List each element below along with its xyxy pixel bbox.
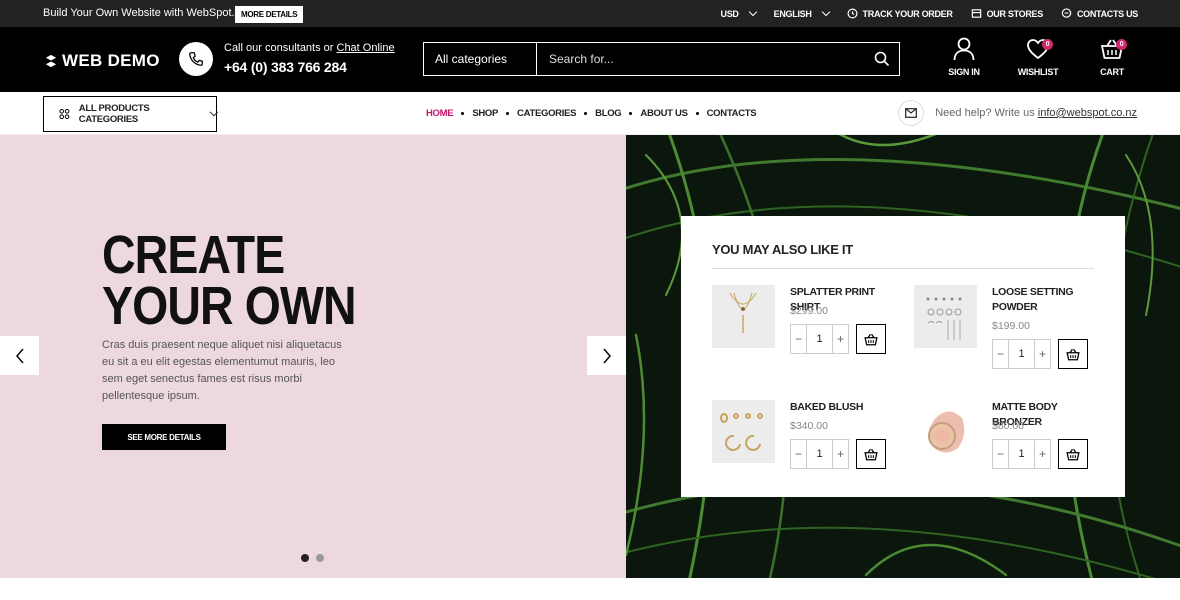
- search-bar: All categories: [423, 42, 900, 76]
- add-to-cart-button[interactable]: [1058, 339, 1088, 369]
- chevron-right-icon: [602, 347, 611, 364]
- quantity-value[interactable]: 1: [806, 325, 833, 353]
- chevron-down-icon: [748, 7, 757, 16]
- store-icon: [971, 9, 981, 18]
- search-input[interactable]: [549, 52, 849, 66]
- product-image[interactable]: [914, 285, 977, 348]
- nav-item-shop[interactable]: SHOP: [472, 108, 498, 119]
- nav-item-home[interactable]: HOME: [426, 108, 454, 119]
- quantity-value[interactable]: 1: [1008, 440, 1035, 468]
- slider-dot[interactable]: [316, 554, 324, 562]
- slider-dot[interactable]: [301, 554, 309, 562]
- chat-icon: [1061, 8, 1072, 18]
- quantity-stepper[interactable]: − 1 +: [992, 439, 1051, 469]
- increase-button[interactable]: +: [833, 332, 848, 346]
- help-contact: Need help? Write us info@webspot.co.nz: [898, 100, 1137, 126]
- basket-icon: [1066, 348, 1080, 360]
- phone-icon: [179, 42, 213, 76]
- slider-next-button[interactable]: [587, 336, 626, 375]
- add-to-cart-button[interactable]: [1058, 439, 1088, 469]
- nav-separator: [506, 112, 510, 115]
- mail-icon: [898, 100, 925, 126]
- main-nav: ALL PRODUCTS CATEGORIES HOME SHOP CATEGO…: [0, 92, 1180, 135]
- search-category-select[interactable]: All categories: [424, 43, 537, 75]
- product-image[interactable]: [712, 400, 775, 463]
- nav-item-categories[interactable]: CATEGORIES: [517, 108, 576, 119]
- more-details-button[interactable]: MORE DETAILS: [235, 6, 304, 23]
- top-bar: Build Your Own Website with WebSpot. MOR…: [0, 0, 1180, 27]
- track-order-link[interactable]: TRACK YOUR ORDER: [847, 8, 953, 19]
- chevron-left-icon: [15, 347, 24, 364]
- nav-item-blog[interactable]: BLOG: [595, 108, 622, 119]
- hero-title: CREATE YOUR OWN: [102, 225, 357, 336]
- basket-icon: [864, 448, 878, 460]
- nav-separator: [584, 112, 588, 115]
- nav-item-contacts[interactable]: CONTACTS: [707, 108, 757, 119]
- cart-button[interactable]: 0 CART: [1088, 37, 1136, 77]
- hero-description: Cras duis praesent neque aliquet nisi al…: [102, 339, 342, 402]
- cart-count-badge: 0: [1116, 39, 1127, 50]
- chevron-down-icon: [821, 7, 830, 16]
- increase-button[interactable]: +: [1035, 447, 1050, 461]
- main-header: WEB DEMO Call our consultants or Chat On…: [0, 27, 1180, 92]
- decrease-button[interactable]: −: [993, 347, 1008, 361]
- product-price: $199.00: [992, 320, 1030, 332]
- quantity-stepper[interactable]: − 1 +: [790, 324, 849, 354]
- add-to-cart-button[interactable]: [856, 324, 886, 354]
- phone-number: +64 (0) 383 766 284: [224, 59, 347, 75]
- quantity-stepper[interactable]: − 1 +: [790, 439, 849, 469]
- slider-prev-button[interactable]: [0, 336, 39, 375]
- quantity-stepper[interactable]: − 1 +: [992, 339, 1051, 369]
- chevron-down-icon: [209, 107, 218, 117]
- wishlist-count-badge: 0: [1042, 39, 1053, 50]
- grid-icon: [59, 109, 70, 119]
- sign-in-button[interactable]: SIGN IN: [940, 37, 988, 77]
- divider: [712, 268, 1094, 269]
- basket-icon: [1066, 448, 1080, 460]
- panel-title: YOU MAY ALSO LIKE IT: [712, 242, 853, 257]
- language-select[interactable]: ENGLISH: [774, 7, 830, 19]
- product-price: $299.00: [790, 305, 828, 317]
- logo-icon: [45, 54, 57, 68]
- nav-separator: [629, 112, 633, 115]
- user-icon: [953, 37, 975, 61]
- currency-select[interactable]: USD: [721, 7, 757, 19]
- contacts-link[interactable]: CONTACTS US: [1061, 8, 1138, 19]
- increase-button[interactable]: +: [833, 447, 848, 461]
- hero-slide: CREATE YOUR OWN Cras duis praesent neque…: [0, 135, 626, 578]
- decrease-button[interactable]: −: [791, 332, 806, 346]
- product-price: $340.00: [790, 420, 828, 432]
- nav-separator: [461, 112, 465, 115]
- site-logo[interactable]: WEB DEMO: [44, 51, 160, 71]
- product-price: $80.00: [992, 420, 1025, 432]
- consult-text: Call our consultants or Chat Online: [224, 42, 395, 54]
- product-image[interactable]: [712, 285, 775, 348]
- see-more-details-button[interactable]: SEE MORE DETAILS: [102, 424, 226, 450]
- nav-item-about-us[interactable]: ABOUT US: [640, 108, 688, 119]
- search-icon: [874, 51, 890, 67]
- nav-separator: [695, 112, 699, 115]
- increase-button[interactable]: +: [1035, 347, 1050, 361]
- decrease-button[interactable]: −: [791, 447, 806, 461]
- decrease-button[interactable]: −: [993, 447, 1008, 461]
- search-button[interactable]: [865, 43, 899, 75]
- product-image[interactable]: [914, 400, 977, 463]
- wishlist-button[interactable]: 0 WISHLIST: [1014, 37, 1062, 77]
- chat-online-link[interactable]: Chat Online: [337, 42, 395, 54]
- hero-image-area: YOU MAY ALSO LIKE IT SPLATTER PRINT SHIR…: [626, 135, 1180, 578]
- product-name[interactable]: LOOSE SETTING POWDER: [992, 285, 1097, 315]
- slider-dots: [301, 554, 324, 562]
- quantity-value[interactable]: 1: [1008, 340, 1035, 368]
- clock-icon: [847, 8, 858, 19]
- recommendations-panel: YOU MAY ALSO LIKE IT SPLATTER PRINT SHIR…: [681, 216, 1125, 497]
- all-categories-button[interactable]: ALL PRODUCTS CATEGORIES: [43, 96, 218, 132]
- product-name[interactable]: BAKED BLUSH: [790, 400, 895, 415]
- nav-menu: HOME SHOP CATEGORIES BLOG ABOUT US CONTA…: [426, 92, 757, 135]
- quantity-value[interactable]: 1: [806, 440, 833, 468]
- promo-text: Build Your Own Website with WebSpot.: [43, 7, 235, 19]
- help-email-link[interactable]: info@webspot.co.nz: [1038, 107, 1137, 119]
- our-stores-link[interactable]: OUR STORES: [971, 8, 1043, 19]
- add-to-cart-button[interactable]: [856, 439, 886, 469]
- basket-icon: [864, 333, 878, 345]
